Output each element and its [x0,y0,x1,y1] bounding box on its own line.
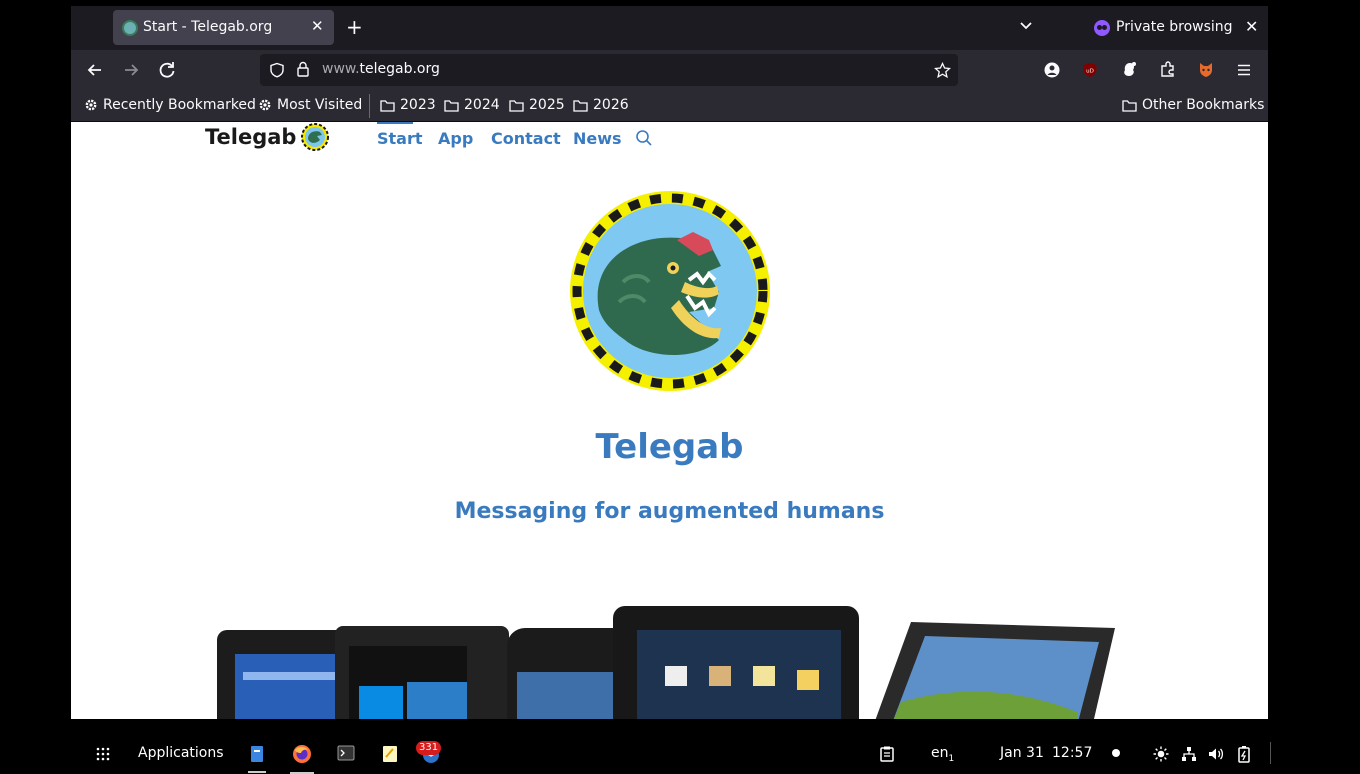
tab-bar: Start - Telegab.org ✕ + Private browsing… [71,6,1268,50]
bookmark-other-bookmarks[interactable]: Other Bookmarks [1122,97,1264,113]
site-logo-text[interactable]: Telegab [205,125,296,149]
lock-icon[interactable] [296,61,310,78]
private-browsing-label: Private browsing [1116,19,1233,35]
brightness-icon[interactable] [1153,746,1169,762]
fox-mask-extension-icon[interactable] [1198,61,1214,78]
forward-arrow-icon[interactable] [121,60,141,80]
keyboard-layout[interactable]: en1 [931,745,954,764]
back-arrow-icon[interactable] [85,60,105,80]
folder-icon [573,99,588,112]
folder-icon [380,99,395,112]
file-manager-icon [251,746,263,762]
tab-close-icon[interactable]: ✕ [311,17,324,35]
folder-icon [509,99,524,112]
private-mask-icon [1094,20,1110,36]
ublock-icon[interactable]: uD [1082,62,1098,78]
hamburger-menu-icon[interactable] [1236,62,1252,78]
bookmarks-toolbar: Recently Bookmarked Most Visited 2023 20… [71,90,1268,122]
tab-title: Start - Telegab.org [143,19,273,35]
folder-icon [444,99,459,112]
chevron-down-icon[interactable] [1019,19,1033,33]
telegab-hero-logo-icon [570,191,770,391]
page-content: Telegab Start App Contact News Telegab M… [71,122,1268,719]
bookmark-folder-2025[interactable]: 2025 [509,97,565,113]
bookmark-recently-bookmarked[interactable]: Recently Bookmarked [84,97,256,113]
search-icon[interactable] [635,129,653,147]
bookmark-folder-2023[interactable]: 2023 [380,97,436,113]
account-icon[interactable] [1044,62,1060,78]
mail-unread-badge: 331 [416,741,442,755]
volume-icon[interactable] [1208,746,1224,762]
battery-charging-icon[interactable] [1238,745,1250,763]
tab-active[interactable]: Start - Telegab.org ✕ [113,10,334,45]
taskbar-separator [1270,742,1271,764]
firefox-icon [293,745,311,763]
gear-icon [259,99,271,111]
bookmark-folder-2024[interactable]: 2024 [444,97,500,113]
browser-window: Start - Telegab.org ✕ + Private browsing… [71,6,1268,719]
network-icon[interactable] [1181,746,1197,762]
folder-icon [1122,99,1137,112]
applications-menu[interactable]: Applications [138,745,224,761]
hero-title: Telegab [595,427,744,467]
nav-app[interactable]: App [438,129,473,148]
reload-icon[interactable] [157,60,177,80]
window-close-icon[interactable]: ✕ [1245,17,1258,36]
terminal-icon [337,745,355,761]
system-taskbar: Applications 331 en1 Jan 31 12:57 [0,738,1360,774]
clock-time[interactable]: 12:57 [1052,745,1092,761]
taskbar-terminal[interactable] [337,745,355,765]
clock-date[interactable]: Jan 31 [1000,745,1044,761]
nav-start[interactable]: Start [377,129,423,148]
nav-contact[interactable]: Contact [491,129,561,148]
telegab-logo-icon[interactable] [301,123,329,151]
taskbar-notes[interactable] [382,745,398,767]
nav-news[interactable]: News [573,129,622,148]
bookmark-star-icon[interactable] [934,62,951,79]
shield-icon[interactable] [269,62,285,78]
app-grid-icon[interactable] [96,747,110,761]
notes-icon [383,746,397,762]
url-bar[interactable]: www.telegab.org [260,54,958,86]
taskbar-firefox[interactable] [290,744,314,774]
url-text[interactable]: www.telegab.org [322,61,440,77]
nav-active-indicator [377,122,413,124]
bookmark-folder-2026[interactable]: 2026 [573,97,629,113]
bookmarks-separator [369,94,370,118]
gear-icon [85,99,97,111]
navigation-toolbar: www.telegab.org uD [71,50,1268,90]
bookmark-most-visited[interactable]: Most Visited [258,97,362,113]
gnome-extension-icon[interactable] [1121,61,1137,79]
clipboard-icon[interactable] [880,746,894,762]
svg-text:uD: uD [1086,69,1094,75]
notification-dot-icon[interactable] [1112,749,1120,757]
site-favicon-icon [122,20,138,36]
devices-illustration-icon [217,606,1115,719]
taskbar-files[interactable] [248,745,266,773]
hero-subtitle: Messaging for augmented humans [454,499,885,524]
extensions-puzzle-icon[interactable] [1160,61,1176,78]
new-tab-icon[interactable]: + [346,15,363,39]
